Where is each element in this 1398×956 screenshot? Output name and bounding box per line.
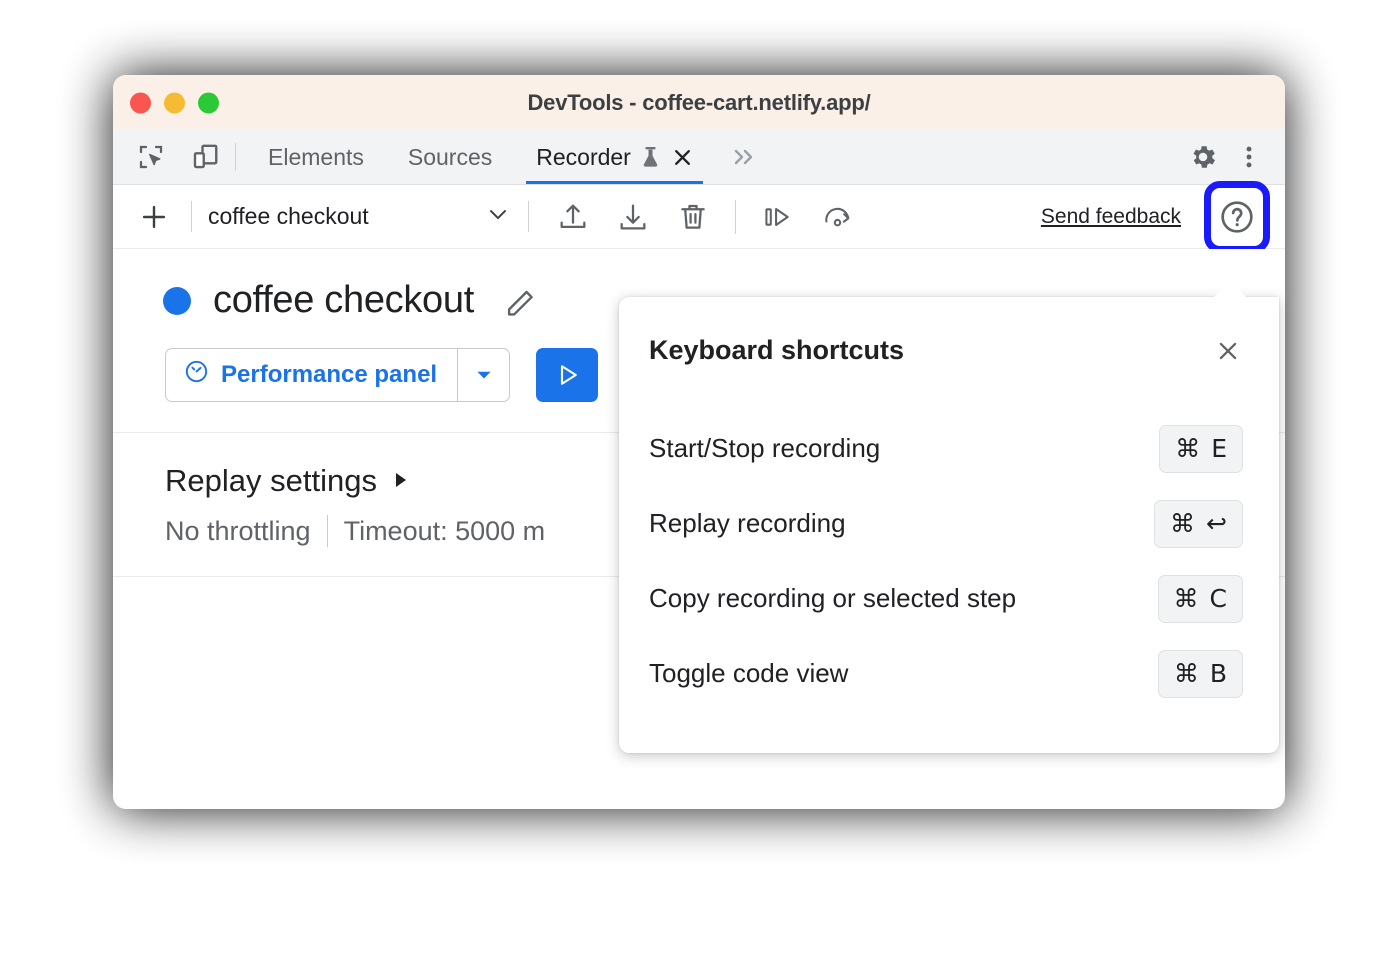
summary-separator [327, 515, 328, 547]
minimize-window-button[interactable] [164, 92, 185, 113]
shortcut-label: Copy recording or selected step [649, 583, 1158, 614]
delete-icon[interactable] [673, 197, 713, 237]
export-target-select[interactable]: Performance panel [165, 348, 510, 402]
shortcut-keys: ⌘ B [1158, 650, 1243, 698]
tab-elements[interactable]: Elements [246, 130, 386, 184]
shortcut-key: B [1210, 659, 1227, 688]
play-icon [552, 360, 582, 390]
window-title: DevTools - coffee-cart.netlify.app/ [113, 90, 1285, 116]
add-recording-button[interactable] [131, 194, 177, 240]
chevron-down-icon [484, 200, 512, 233]
shortcut-row: Copy recording or selected step ⌘ C [649, 561, 1243, 636]
step-over-icon[interactable] [758, 197, 798, 237]
screenshot-root: DevTools - coffee-cart.netlify.app/ [0, 0, 1398, 956]
shortcut-key: ⌘ [1174, 584, 1199, 613]
export-target-dropdown-icon[interactable] [457, 349, 509, 401]
recording-selector[interactable]: coffee checkout [192, 200, 512, 233]
replay-speed-icon[interactable] [818, 197, 858, 237]
shortcut-key: E [1211, 434, 1227, 463]
close-window-button[interactable] [130, 92, 151, 113]
export-icon[interactable] [553, 197, 593, 237]
close-icon[interactable] [1213, 336, 1243, 366]
import-icon[interactable] [613, 197, 653, 237]
shortcut-keys: ⌘ ↩ [1154, 500, 1243, 548]
shortcut-list: Start/Stop recording ⌘ E Replay recordin… [619, 366, 1279, 711]
popup-title: Keyboard shortcuts [649, 335, 1213, 366]
tab-recorder[interactable]: Recorder [514, 130, 715, 184]
recording-title: coffee checkout [213, 279, 474, 322]
throttling-value: No throttling [165, 516, 311, 547]
tabstrip-right-icons [1183, 130, 1285, 184]
close-tab-icon[interactable] [672, 147, 693, 168]
export-target-label: Performance panel [221, 361, 437, 389]
toolbar-divider-2 [528, 201, 529, 232]
export-target-main[interactable]: Performance panel [166, 349, 457, 401]
timeout-value: Timeout: 5000 m [344, 516, 546, 547]
tab-elements-label: Elements [268, 144, 364, 171]
recording-selector-label: coffee checkout [208, 203, 468, 230]
shortcut-keys: ⌘ C [1158, 575, 1243, 623]
shortcut-label: Replay recording [649, 508, 1154, 539]
shortcut-keys: ⌘ E [1159, 425, 1243, 473]
keyboard-shortcuts-popup: Keyboard shortcuts Start/Stop recording … [619, 297, 1279, 753]
shortcut-key: ⌘ [1174, 659, 1199, 688]
maximize-window-button[interactable] [198, 92, 219, 113]
recorder-toolbar: coffee checkout [113, 185, 1285, 249]
inspect-element-icon[interactable] [131, 137, 171, 177]
experiment-flask-icon [640, 145, 661, 169]
shortcut-key: ⌘ [1170, 509, 1195, 538]
shortcut-row: Start/Stop recording ⌘ E [649, 411, 1243, 486]
tab-recorder-label: Recorder [536, 144, 631, 171]
recorder-tool-icons [553, 190, 858, 244]
devtools-tabstrip: Elements Sources Recorder [113, 130, 1285, 185]
shortcut-label: Start/Stop recording [649, 433, 1159, 464]
shortcut-key: ⌘ [1175, 434, 1200, 463]
chevron-right-icon [391, 463, 411, 499]
performance-gauge-icon [183, 358, 210, 392]
recording-dot [163, 287, 191, 315]
shortcut-row: Replay recording ⌘ ↩ [649, 486, 1243, 561]
shortcut-key: ↩ [1206, 509, 1227, 538]
device-toolbar-icon[interactable] [185, 137, 225, 177]
help-circle-icon [1217, 197, 1257, 237]
shortcut-label: Toggle code view [649, 658, 1158, 689]
tab-sources-label: Sources [408, 144, 492, 171]
replay-settings-label: Replay settings [165, 463, 377, 499]
popup-header: Keyboard shortcuts [619, 297, 1279, 366]
send-feedback-link[interactable]: Send feedback [1041, 205, 1181, 229]
window-titlebar: DevTools - coffee-cart.netlify.app/ [113, 75, 1285, 130]
more-tabs-icon[interactable] [715, 130, 773, 184]
traffic-light-controls [130, 92, 219, 113]
tabstrip-divider [235, 143, 236, 171]
devtools-tabs: Elements Sources Recorder [246, 130, 773, 184]
replay-button[interactable] [536, 348, 598, 402]
shortcut-key: C [1210, 584, 1227, 613]
help-button[interactable] [1209, 189, 1265, 245]
pencil-icon[interactable] [502, 282, 540, 320]
more-options-icon[interactable] [1229, 137, 1269, 177]
shortcut-row: Toggle code view ⌘ B [649, 636, 1243, 711]
settings-gear-icon[interactable] [1183, 137, 1223, 177]
toolbar-divider-3 [735, 200, 736, 234]
tab-sources[interactable]: Sources [386, 130, 514, 184]
tabstrip-left-icons [113, 130, 225, 184]
